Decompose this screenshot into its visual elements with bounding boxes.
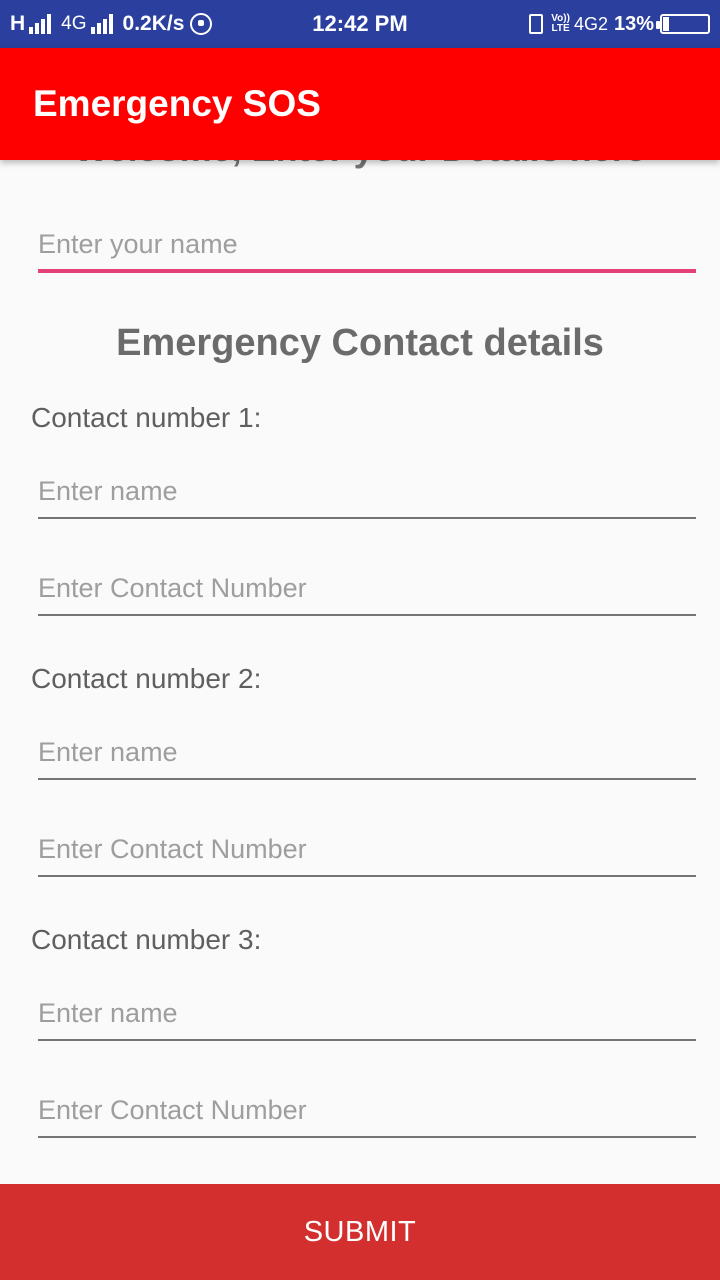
- contact-3-number-input[interactable]: [38, 1082, 696, 1138]
- contact-1-number-underline: [38, 614, 696, 616]
- contact-2-name-field[interactable]: [38, 724, 696, 780]
- app-bar: Emergency SOS: [0, 48, 720, 160]
- battery-percent: 13%: [613, 12, 654, 35]
- battery-icon: [656, 14, 710, 34]
- your-name-underline: [38, 269, 696, 273]
- network-type-label-3: 4G2: [573, 13, 608, 34]
- contact-3-name-input[interactable]: [38, 985, 696, 1041]
- contact-2-number-input[interactable]: [38, 821, 696, 877]
- contact-1-name-field[interactable]: [38, 463, 696, 519]
- contact-3-label: Contact number 3:: [31, 924, 262, 955]
- contact-2-number-field[interactable]: [38, 821, 696, 877]
- contact-1-number-input[interactable]: [38, 560, 696, 616]
- submit-button[interactable]: SUBMIT: [0, 1184, 720, 1280]
- contact-2-label: Contact number 2:: [31, 663, 262, 694]
- your-name-field[interactable]: [38, 216, 696, 273]
- status-bar: H 4G 0.2K/s 12:42 PM Vo)) LTE 4G2 13%: [0, 0, 720, 48]
- contact-2-number-underline: [38, 875, 696, 877]
- section-title: Emergency Contact details: [116, 322, 604, 364]
- contact-1-label: Contact number 1:: [31, 402, 262, 433]
- volte-indicator: Vo)) LTE: [551, 14, 570, 34]
- volte-bottom: LTE: [551, 23, 570, 34]
- your-name-input[interactable]: [38, 216, 696, 272]
- contact-3-name-underline: [38, 1039, 696, 1041]
- status-right: Vo)) LTE 4G2 13%: [527, 0, 710, 48]
- battery-fill: [663, 17, 669, 31]
- contact-3-name-field[interactable]: [38, 985, 696, 1041]
- contact-2-name-input[interactable]: [38, 724, 696, 780]
- contact-1-name-input[interactable]: [38, 463, 696, 519]
- contact-1-number-field[interactable]: [38, 560, 696, 616]
- vibrate-icon: [529, 14, 544, 34]
- contact-1-name-underline: [38, 517, 696, 519]
- contact-2-name-underline: [38, 778, 696, 780]
- contact-3-number-field[interactable]: [38, 1082, 696, 1138]
- contact-3-number-underline: [38, 1136, 696, 1138]
- app-title: Emergency SOS: [33, 83, 321, 124]
